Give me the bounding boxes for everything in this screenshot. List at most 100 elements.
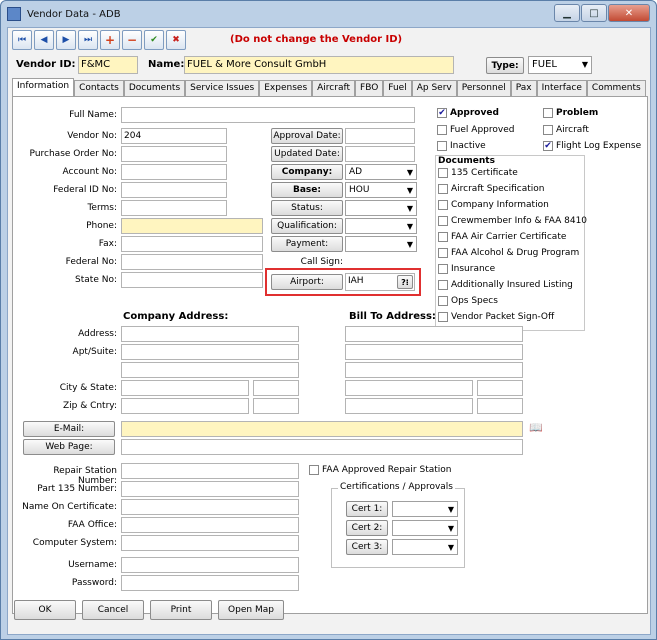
name-on-certificate-input[interactable] [121,499,299,515]
base-select[interactable]: HOU ▼ [345,182,417,198]
cert2-button[interactable]: Cert 2: [346,520,388,536]
phone-input[interactable] [121,218,263,234]
company-address-3[interactable] [121,362,299,378]
status-button[interactable]: Status: [271,200,343,216]
tab-aircraft[interactable]: Aircraft [312,80,356,96]
bill-state-input[interactable] [477,380,523,396]
approved-checkbox[interactable]: ✔ Approved [437,108,499,118]
tab-ap-serv[interactable]: Ap Serv [411,80,457,96]
payment-select[interactable]: ▼ [345,236,417,252]
company-button[interactable]: Company: [271,164,343,180]
aircraft-checkbox[interactable]: Aircraft [543,125,589,135]
approval-date-button[interactable]: Approval Date: [271,128,343,144]
cancel-edit-button[interactable]: ✖ [166,30,186,50]
computer-system-input[interactable] [121,535,299,551]
qualification-button[interactable]: Qualification: [271,218,343,234]
tab-service-issues[interactable]: Service Issues [185,80,260,96]
tab-contacts[interactable]: Contacts [74,80,124,96]
vendor-no-input[interactable]: 204 [121,128,227,144]
next-record-button[interactable]: ▶ [56,30,76,50]
close-window-button[interactable]: ✕ [608,4,650,22]
username-input[interactable] [121,557,299,573]
document-checkbox[interactable]: Crewmember Info & FAA 8410 [438,216,587,226]
purchase-order-input[interactable] [121,146,227,162]
tab-comments[interactable]: Comments [586,80,646,96]
document-checkbox[interactable]: Additionally Insured Listing [438,280,573,290]
bill-address-1[interactable] [345,326,523,342]
cert2-select[interactable]: ▼ [392,520,458,536]
inactive-checkbox[interactable]: Inactive [437,141,486,151]
document-checkbox[interactable]: Company Information [438,200,549,210]
cert3-select[interactable]: ▼ [392,539,458,555]
full-name-input[interactable] [121,107,415,123]
tab-information[interactable]: Information [12,78,75,96]
problem-checkbox[interactable]: Problem [543,108,598,118]
open-map-button[interactable]: Open Map [218,600,284,620]
email-input[interactable] [121,421,523,437]
fuel-approved-checkbox[interactable]: Fuel Approved [437,125,514,135]
document-checkbox[interactable]: Ops Specs [438,296,498,306]
company-city-input[interactable] [121,380,249,396]
bill-address-3[interactable] [345,362,523,378]
account-no-input[interactable] [121,164,227,180]
password-input[interactable] [121,575,299,591]
cancel-button[interactable]: Cancel [82,600,144,620]
last-record-button[interactable]: ⏭ [78,30,98,50]
email-button[interactable]: E-Mail: [23,421,115,437]
tab-pax[interactable]: Pax [510,80,537,96]
federal-id-input[interactable] [121,182,227,198]
updated-date-button[interactable]: Updated Date: [271,146,343,162]
cert1-select[interactable]: ▼ [392,501,458,517]
qualification-select[interactable]: ▼ [345,218,417,234]
tab-fuel[interactable]: Fuel [383,80,412,96]
web-page-input[interactable] [121,439,523,455]
company-address-1[interactable] [121,326,299,342]
part135-input[interactable] [121,481,299,497]
vendor-id-input[interactable]: F&MC [78,56,138,74]
company-address-2[interactable] [121,344,299,360]
type-select[interactable]: FUEL ▼ [528,56,592,74]
minimize-button[interactable]: ▁ [554,4,580,22]
first-record-button[interactable]: ⏮ [12,30,32,50]
bill-city-input[interactable] [345,380,473,396]
fax-input[interactable] [121,236,263,252]
ok-button[interactable]: OK [14,600,76,620]
save-record-button[interactable]: ✔ [144,30,164,50]
bill-address-2[interactable] [345,344,523,360]
approval-date-input[interactable] [345,128,415,144]
tab-documents[interactable]: Documents [123,80,186,96]
payment-button[interactable]: Payment: [271,236,343,252]
status-select[interactable]: ▼ [345,200,417,216]
repair-station-input[interactable] [121,463,299,479]
cert1-button[interactable]: Cert 1: [346,501,388,517]
faa-office-input[interactable] [121,517,299,533]
tab-expenses[interactable]: Expenses [259,80,313,96]
faa-approved-repair-checkbox[interactable]: FAA Approved Repair Station [309,465,451,475]
document-checkbox[interactable]: Insurance [438,264,495,274]
add-record-button[interactable]: + [100,30,120,50]
tab-fbo[interactable]: FBO [355,80,384,96]
document-checkbox[interactable]: FAA Air Carrier Certificate [438,232,566,242]
document-checkbox[interactable]: 135 Certificate [438,168,518,178]
bill-zip-input[interactable] [345,398,473,414]
document-checkbox[interactable]: Vendor Packet Sign-Off [438,312,554,322]
bill-country-input[interactable] [477,398,523,414]
address-book-icon[interactable]: 📖 [529,421,543,434]
print-button[interactable]: Print [150,600,212,620]
type-button[interactable]: Type: [486,57,524,74]
web-page-button[interactable]: Web Page: [23,439,115,455]
document-checkbox[interactable]: FAA Alcohol & Drug Program [438,248,579,258]
airport-button[interactable]: Airport: [271,274,343,290]
flight-log-expense-checkbox[interactable]: ✔ Flight Log Expense [543,141,641,151]
tab-personnel[interactable]: Personnel [456,80,511,96]
prev-record-button[interactable]: ◀ [34,30,54,50]
document-checkbox[interactable]: Aircraft Specification [438,184,545,194]
vendor-name-input[interactable]: FUEL & More Consult GmbH [184,56,454,74]
company-state-input[interactable] [253,380,299,396]
tab-interface[interactable]: Interface [536,80,587,96]
company-select[interactable]: AD ▼ [345,164,417,180]
federal-no-input[interactable] [121,254,263,270]
state-no-input[interactable] [121,272,263,288]
delete-record-button[interactable]: − [122,30,142,50]
maximize-button[interactable]: □ [581,4,607,22]
